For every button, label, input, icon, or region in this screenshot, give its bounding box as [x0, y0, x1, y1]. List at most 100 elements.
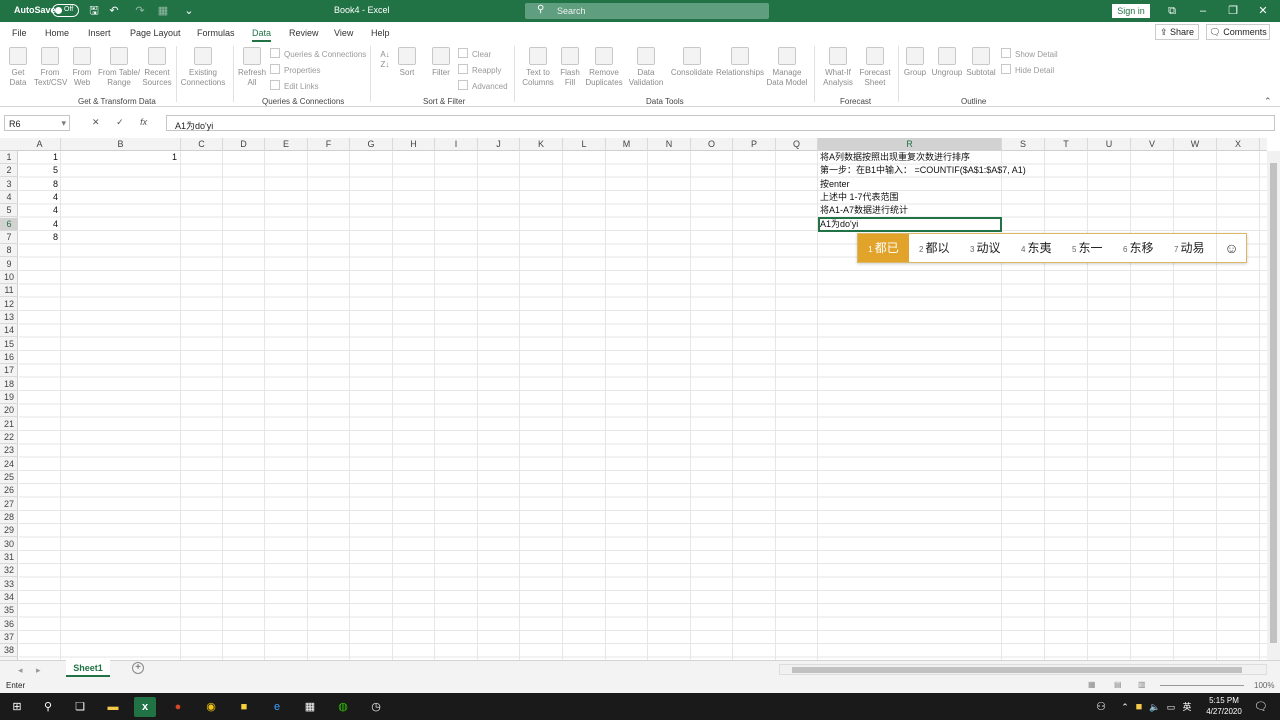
- column-header-o[interactable]: O: [691, 138, 733, 151]
- what-if-analysis-button[interactable]: What-If Analysis: [818, 47, 858, 88]
- column-header-i[interactable]: I: [435, 138, 478, 151]
- cell-b1[interactable]: 1: [63, 151, 177, 164]
- cell-r3[interactable]: 按enter: [820, 178, 1120, 191]
- page-break-view-icon[interactable]: ▥: [1138, 680, 1146, 689]
- row-header-1[interactable]: 1: [0, 151, 18, 164]
- undo-icon[interactable]: ↶: [107, 4, 121, 18]
- maximize-icon[interactable]: ❐: [1226, 4, 1240, 18]
- cell-r4[interactable]: 上述中 1-7代表范围: [820, 191, 1120, 204]
- cell-a6[interactable]: 4: [21, 218, 58, 231]
- search-icon[interactable]: ⚲: [37, 697, 59, 717]
- row-header-36[interactable]: 36: [0, 618, 18, 631]
- row-header-2[interactable]: 2: [0, 164, 18, 178]
- ime-candidate-5[interactable]: 5 东一: [1072, 234, 1102, 262]
- subtotal-button[interactable]: Subtotal: [965, 47, 997, 78]
- cell-a7[interactable]: 8: [21, 231, 58, 244]
- zoom-level[interactable]: 100%: [1254, 681, 1274, 690]
- row-header-24[interactable]: 24: [0, 458, 18, 471]
- next-sheet-icon[interactable]: ▸: [36, 665, 41, 676]
- column-header-e[interactable]: E: [265, 138, 308, 151]
- row-header-10[interactable]: 10: [0, 271, 18, 284]
- column-header-m[interactable]: M: [606, 138, 648, 151]
- scroll-thumb[interactable]: [1270, 163, 1277, 643]
- tab-home[interactable]: Home: [45, 28, 69, 38]
- row-header-5[interactable]: 5: [0, 204, 18, 218]
- comments-button[interactable]: 🗨 Comments: [1206, 24, 1270, 40]
- remove-duplicates-button[interactable]: Remove Duplicates: [584, 47, 624, 88]
- column-header-s[interactable]: S: [1002, 138, 1045, 151]
- kakaotalk-icon[interactable]: ■: [233, 697, 255, 717]
- add-sheet-button[interactable]: +: [132, 662, 144, 674]
- cell-r5[interactable]: 将A1-A7数据进行统计: [820, 204, 1120, 217]
- advanced-filter-button[interactable]: Advanced: [458, 80, 508, 91]
- existing-connections-button[interactable]: Existing Connections: [180, 47, 226, 88]
- ime-candidate-4[interactable]: 4 东夷: [1021, 234, 1051, 262]
- row-header-7[interactable]: 7: [0, 231, 18, 244]
- cell-a5[interactable]: 4: [21, 204, 58, 217]
- row-header-3[interactable]: 3: [0, 178, 18, 191]
- cell-r2[interactable]: 第一步：在B1中输入： =COUNTIF($A$1:$A$7, A1): [820, 164, 1120, 177]
- row-header-37[interactable]: 37: [0, 631, 18, 644]
- tab-page-layout[interactable]: Page Layout: [130, 28, 181, 38]
- emoji-icon[interactable]: ☺: [1216, 234, 1246, 262]
- row-header-38[interactable]: 38: [0, 644, 18, 658]
- active-cell-r6[interactable]: [818, 217, 1002, 232]
- filter-button[interactable]: Filter: [428, 47, 454, 78]
- tab-file[interactable]: File: [12, 28, 27, 38]
- row-header-4[interactable]: 4: [0, 191, 18, 204]
- column-header-k[interactable]: K: [520, 138, 563, 151]
- horizontal-scrollbar[interactable]: [779, 664, 1267, 675]
- queries-connections-button[interactable]: Queries & Connections: [270, 48, 366, 59]
- row-header-33[interactable]: 33: [0, 578, 18, 591]
- row-header-9[interactable]: 9: [0, 258, 18, 271]
- from-web-button[interactable]: From Web: [68, 47, 96, 88]
- column-header-p[interactable]: P: [733, 138, 776, 151]
- row-header-25[interactable]: 25: [0, 471, 18, 484]
- row-header-20[interactable]: 20: [0, 404, 18, 418]
- scroll-thumb[interactable]: [792, 667, 1242, 673]
- forecast-sheet-button[interactable]: Forecast Sheet: [858, 47, 892, 88]
- column-header-v[interactable]: V: [1131, 138, 1174, 151]
- cell-r1[interactable]: 将A列数据按照出现重复次数进行排序: [820, 151, 1120, 164]
- row-header-18[interactable]: 18: [0, 378, 18, 391]
- prev-sheet-icon[interactable]: ◂: [18, 665, 23, 676]
- zoom-slider[interactable]: [1160, 685, 1244, 686]
- row-header-17[interactable]: 17: [0, 364, 18, 378]
- row-header-34[interactable]: 34: [0, 591, 18, 604]
- insert-function-icon[interactable]: fx: [140, 117, 147, 127]
- from-text-csv-button[interactable]: From Text/CSV: [34, 47, 67, 88]
- manage-data-model-button[interactable]: Manage Data Model: [765, 47, 809, 88]
- ime-candidate-2[interactable]: 2 都以: [919, 234, 949, 262]
- chrome-icon[interactable]: ◉: [200, 697, 222, 717]
- page-layout-view-icon[interactable]: ▤: [1114, 680, 1122, 689]
- taskbar-clock[interactable]: 5:15 PM 4/27/2020: [1200, 695, 1248, 717]
- column-header-g[interactable]: G: [350, 138, 393, 151]
- cell-a1[interactable]: 1: [21, 151, 58, 164]
- consolidate-button[interactable]: Consolidate: [669, 47, 715, 78]
- ungroup-button[interactable]: Ungroup: [930, 47, 964, 78]
- cell-a2[interactable]: 5: [21, 164, 58, 177]
- column-header-c[interactable]: C: [181, 138, 223, 151]
- row-header-14[interactable]: 14: [0, 324, 18, 338]
- tab-view[interactable]: View: [334, 28, 353, 38]
- show-detail-button[interactable]: Show Detail: [1001, 48, 1058, 59]
- collapse-ribbon-icon[interactable]: ⌃: [1264, 96, 1272, 107]
- save-icon[interactable]: 🖫: [87, 4, 101, 18]
- task-view-icon[interactable]: ❏: [69, 697, 91, 717]
- row-header-16[interactable]: 16: [0, 351, 18, 364]
- vertical-scrollbar[interactable]: [1267, 151, 1280, 660]
- search-box[interactable]: ⚲ Search: [525, 3, 769, 19]
- customize-toolbar-icon[interactable]: ⌄: [182, 4, 196, 18]
- edge-icon[interactable]: e: [266, 697, 288, 717]
- column-header-d[interactable]: D: [223, 138, 265, 151]
- minimize-icon[interactable]: –: [1196, 4, 1210, 18]
- tab-help[interactable]: Help: [371, 28, 390, 38]
- from-table-range-button[interactable]: From Table/ Range: [97, 47, 141, 88]
- calculator-icon[interactable]: ▦: [299, 697, 321, 717]
- data-validation-button[interactable]: Data Validation: [626, 47, 666, 88]
- sheet-tab-sheet1[interactable]: Sheet1: [66, 660, 110, 677]
- notifications-icon[interactable]: 🗨: [1250, 697, 1272, 717]
- tab-review[interactable]: Review: [289, 28, 319, 38]
- row-header-28[interactable]: 28: [0, 511, 18, 524]
- wechat-icon[interactable]: ◍: [332, 697, 354, 717]
